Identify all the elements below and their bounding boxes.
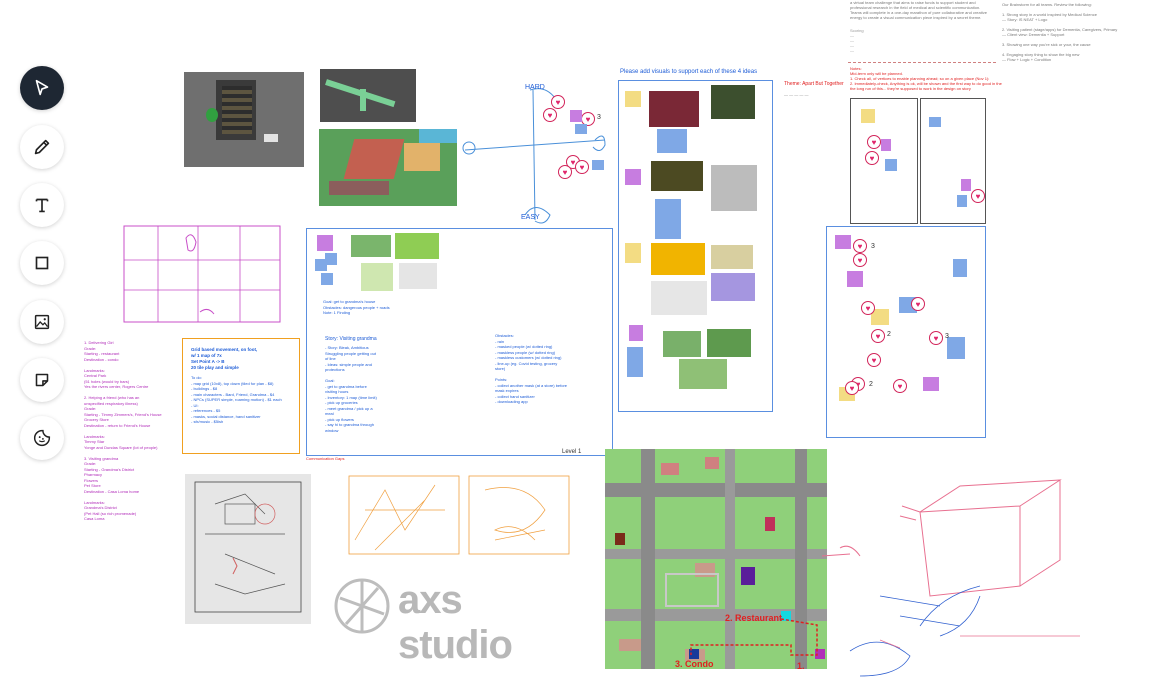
box-sketch-drawing — [821, 479, 1080, 677]
pencil-icon — [34, 139, 50, 155]
ideas-list: 1. Delivering Girl Grade: Starting - rest… — [84, 340, 162, 521]
text-tool-button[interactable] — [20, 183, 64, 227]
sticky-note[interactable] — [629, 325, 643, 341]
paper-sketch-photo[interactable] — [185, 474, 311, 624]
level-map[interactable]: 2. Restaurant 3. Condo 1. Home — [605, 449, 827, 669]
sticky-note[interactable] — [575, 124, 587, 134]
select-tool-button[interactable] — [20, 66, 64, 110]
text-icon — [35, 198, 49, 213]
rpg-line3: Set Point A -> B — [191, 359, 225, 364]
visual-image[interactable] — [679, 359, 727, 389]
visual-image[interactable] — [395, 233, 439, 259]
visual-image[interactable] — [711, 85, 755, 119]
notes-document[interactable]: a virtual team challenge that aims to ra… — [848, 0, 998, 64]
sketch-lines — [194, 481, 302, 613]
theme-heading: Theme: Apart But Together — [784, 81, 844, 87]
sticky-note[interactable] — [655, 199, 681, 239]
hard-label: HARD — [525, 84, 545, 91]
rpg-line1: Grid based movement, on foot, — [191, 347, 258, 352]
shape-tool-button[interactable] — [20, 241, 64, 285]
cursor-icon — [35, 79, 49, 96]
condo-label: 3. Condo — [675, 659, 714, 669]
visual-image[interactable] — [361, 263, 393, 291]
sticky-note[interactable] — [592, 160, 604, 170]
theme-subtitle: — — — — — — [784, 92, 809, 97]
red-notes: Notes: Mid-term only will be planned. 1. C… — [850, 66, 1002, 91]
rpg-plan-frame[interactable]: Grid based movement, on foot, w/ 1 map o… — [182, 338, 300, 454]
ideas-item-3: 3. Visiting grandma — [84, 455, 119, 461]
heart-reaction[interactable]: ♥ — [543, 108, 557, 122]
notes-document-right[interactable]: Our Brainstorm for all teams. Review the… — [1000, 0, 1150, 64]
visual-image[interactable] — [663, 331, 701, 357]
sticky-note[interactable] — [657, 129, 687, 153]
whiteboard-canvas[interactable]: a virtual team challenge that aims to ra… — [0, 0, 1162, 686]
pen-tool-button[interactable] — [20, 125, 64, 169]
visual-image[interactable] — [711, 245, 753, 269]
visuals-frame[interactable] — [618, 80, 773, 412]
visual-image[interactable] — [651, 281, 707, 315]
route-path — [690, 618, 818, 656]
sticky-note-icon — [35, 373, 49, 387]
square-icon — [35, 256, 49, 270]
rpg-line2: w/ 1 map of 7x — [191, 353, 222, 358]
building-render-image[interactable] — [184, 72, 304, 167]
ideas-item-2: 2. Helping a friend (who has an — [84, 395, 140, 400]
orange-sketch-drawing — [348, 475, 570, 555]
watermark-text: axs studio — [398, 578, 513, 667]
visual-image[interactable] — [711, 273, 755, 301]
heart-reaction[interactable]: ♥ — [558, 165, 572, 179]
sketch-grid-drawing — [123, 225, 281, 323]
voting-frame[interactable]: ♥ 3 ♥ ♥ ♥ ♥ 2 ♥ 3 ♥ ♥ 2 ♥ ♥ — [826, 226, 986, 438]
heart-count: 3 — [597, 114, 601, 121]
sticker-icon — [33, 429, 51, 447]
sticky-note[interactable] — [627, 347, 643, 377]
image-icon — [34, 314, 50, 330]
visual-image[interactable] — [711, 165, 757, 211]
story-frame[interactable]: Goal: get to grandma's house Obstacles: d… — [306, 228, 613, 456]
sticky-note[interactable] — [625, 243, 641, 263]
level-path-image[interactable] — [320, 69, 416, 122]
image-tool-button[interactable] — [20, 300, 64, 344]
ideas-item-1: 1. Delivering Girl — [84, 340, 114, 345]
divider-line — [848, 62, 996, 63]
level-label: Level 1 — [562, 449, 582, 455]
heart-reaction[interactable]: ♥ — [551, 95, 565, 109]
easy-label: EASY — [521, 214, 540, 221]
story-heading: Story: Visiting grandma — [325, 336, 377, 342]
sticker-tool-button[interactable] — [20, 416, 64, 460]
visuals-heading: Please add visuals to support each of th… — [620, 69, 758, 75]
visual-image[interactable] — [399, 263, 437, 289]
sticky-note-tool-button[interactable] — [20, 358, 64, 402]
sticky-note[interactable] — [625, 91, 641, 107]
visual-image[interactable] — [649, 91, 699, 127]
visual-image[interactable] — [707, 329, 751, 357]
theme-frame-left[interactable]: ♥ ♥ — [850, 98, 918, 224]
restaurant-label: 2. Restaurant — [725, 613, 783, 623]
visual-image[interactable] — [351, 235, 391, 257]
watermark-logo: axs studio — [332, 576, 582, 667]
sticky-note[interactable] — [570, 110, 582, 122]
axs-logo-icon — [334, 578, 390, 634]
visual-image[interactable] — [651, 161, 703, 191]
communication-label: Communication Gaps — [306, 456, 345, 461]
theme-frame-right[interactable]: ♥ — [920, 98, 986, 224]
city-render-image[interactable] — [319, 129, 457, 206]
visual-image[interactable] — [651, 243, 705, 275]
heart-reaction[interactable]: ♥ — [575, 160, 589, 174]
rpg-line4: 20 tile play and simple — [191, 365, 239, 370]
sticky-note[interactable] — [625, 169, 641, 185]
